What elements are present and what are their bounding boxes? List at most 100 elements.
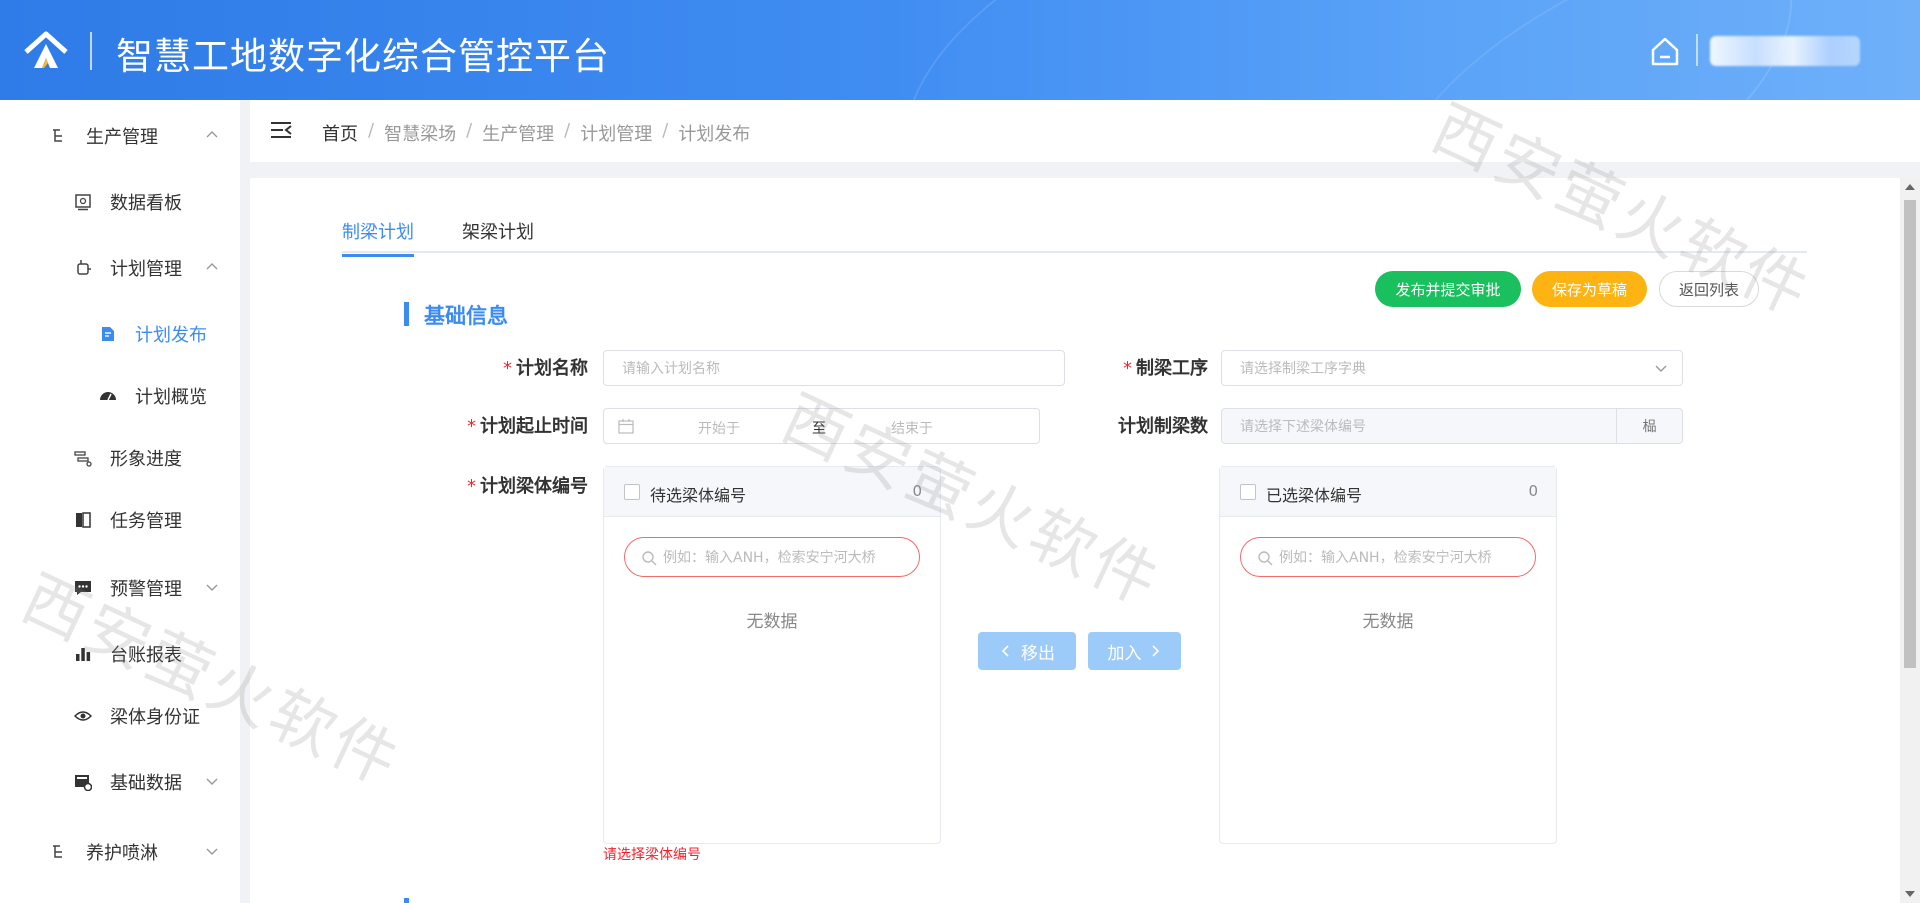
date-range-picker[interactable]: 开始于 至 结束于 [603, 408, 1040, 444]
transfer-target-header: 已选梁体编号 0 [1220, 467, 1556, 517]
next-section-peek [404, 892, 544, 903]
process-select[interactable]: 请选择制梁工序字典 [1221, 350, 1683, 386]
sidebar-item-label: 养护喷淋 [86, 843, 158, 864]
transfer-source-panel: 待选梁体编号 0 例如：输入ANH，检索安宁河大桥 无数据 [603, 466, 941, 844]
sidebar-item-task[interactable]: 任务管理 [0, 498, 240, 542]
tab-bar: 制梁计划 架梁计划 [342, 218, 1807, 257]
sidebar-item-progress[interactable]: 形象进度 [0, 436, 240, 480]
transfer-target-search[interactable]: 例如：输入ANH，检索安宁河大桥 [1240, 537, 1536, 577]
sidebar-item-label: 形象进度 [110, 449, 182, 470]
transfer-source-search[interactable]: 例如：输入ANH，检索安宁河大桥 [624, 537, 920, 577]
publish-submit-button[interactable]: 发布并提交审批 [1375, 271, 1521, 307]
plan-name-input[interactable]: 请输入计划名称 [603, 350, 1065, 386]
calendar-icon [618, 419, 634, 434]
sidebar-item-curing[interactable]: 养护喷淋 [0, 830, 240, 874]
main-card: 制梁计划 架梁计划 发布并提交审批 保存为草稿 返回列表 基础信息 * 计划名称 … [250, 178, 1900, 903]
tab-beam-erection-plan[interactable]: 架梁计划 [462, 218, 534, 254]
sidebar: 生产管理 数据看板 计划管理 计划发布 计划概览 形象进度 任务管理 预警管理 … [0, 100, 240, 903]
select-all-checkbox[interactable] [1240, 484, 1256, 500]
chevron-up-icon [206, 263, 218, 270]
eye-icon [74, 711, 92, 721]
section-title-basic-info: 基础信息 [404, 300, 508, 330]
sidebar-item-label: 任务管理 [110, 511, 182, 532]
sidebar-item-label: 台账报表 [110, 645, 182, 666]
beam-ids-error: 请选择梁体编号 [603, 847, 701, 863]
breadcrumb-separator: / [564, 120, 571, 141]
sidebar-item-label: 梁体身份证 [110, 707, 200, 728]
sidebar-item-label: 基础数据 [110, 773, 182, 794]
sidebar-item-production[interactable]: 生产管理 [0, 114, 240, 158]
breadcrumb-production[interactable]: 生产管理 [482, 120, 554, 146]
scroll-down-arrow[interactable] [1905, 891, 1915, 897]
transfer-target-title: 已选梁体编号 [1266, 486, 1363, 505]
transfer-source-count: 0 [912, 482, 922, 500]
breadcrumb-separator: / [368, 120, 375, 141]
chevron-down-icon [206, 848, 218, 855]
period-label: * 计划起止时间 [467, 416, 588, 437]
beam-count-unit: 榀 [1617, 408, 1683, 444]
book-icon [76, 512, 91, 528]
sidebar-item-label: 计划发布 [135, 325, 207, 346]
sidebar-item-base-data[interactable]: 基础数据 [0, 760, 240, 804]
chevron-down-icon [1655, 365, 1667, 372]
search-icon [642, 551, 657, 566]
dashboard-icon [75, 194, 91, 211]
gauge-icon [100, 392, 116, 401]
sidebar-item-plan-publish[interactable]: 计划发布 [0, 312, 240, 356]
breadcrumb-smart-beam-yard[interactable]: 智慧梁场 [384, 120, 456, 146]
home-icon[interactable] [1648, 34, 1682, 68]
sidebar-item-label: 生产管理 [86, 127, 158, 148]
app-title: 智慧工地数字化综合管控平台 [116, 35, 610, 78]
chevron-down-icon [206, 584, 218, 591]
scroll-thumb[interactable] [1904, 200, 1916, 668]
message-icon [75, 581, 91, 595]
tab-beam-making-plan[interactable]: 制梁计划 [342, 218, 414, 257]
chevron-up-icon [206, 131, 218, 138]
user-avatar[interactable] [1710, 36, 1860, 66]
document-edit-icon [102, 327, 114, 341]
vertical-scrollbar[interactable] [1900, 178, 1920, 903]
breadcrumb-home[interactable]: 首页 [322, 120, 358, 146]
end-date-placeholder: 结束于 [891, 421, 933, 437]
logo-icon [24, 31, 68, 68]
plan-name-label: * 计划名称 [503, 358, 588, 379]
sidebar-item-label: 计划概览 [135, 387, 207, 408]
chevron-right-icon [1151, 645, 1159, 657]
header-divider [1696, 34, 1698, 66]
breadcrumb-separator: / [466, 120, 473, 141]
breadcrumb-separator: / [662, 120, 669, 141]
transfer-source-title: 待选梁体编号 [650, 486, 747, 505]
progress-icon [74, 451, 92, 467]
beam-count-input: 请选择下述梁体编号 [1221, 408, 1617, 444]
select-all-checkbox[interactable] [624, 484, 640, 500]
sidebar-item-plan-management[interactable]: 计划管理 [0, 246, 240, 290]
breadcrumb-plan-management[interactable]: 计划管理 [580, 120, 652, 146]
start-date-placeholder: 开始于 [698, 421, 740, 437]
empty-state: 无数据 [1362, 612, 1414, 632]
search-icon [1258, 551, 1273, 566]
top-header: 智慧工地数字化综合管控平台 [0, 0, 1920, 100]
process-label: * 制梁工序 [1123, 358, 1208, 379]
scroll-up-arrow[interactable] [1905, 184, 1915, 190]
breadcrumb-current: 计划发布 [678, 124, 751, 145]
chevron-left-icon [1001, 645, 1009, 657]
range-separator: 至 [812, 421, 826, 437]
transfer-source-header: 待选梁体编号 0 [604, 467, 940, 517]
sidebar-item-report[interactable]: 台账报表 [0, 632, 240, 676]
sidebar-item-plan-overview[interactable]: 计划概览 [0, 374, 240, 418]
beam-count-label: 计划制梁数 [1118, 416, 1208, 437]
add-button[interactable]: 加入 [1088, 632, 1181, 670]
chevron-down-icon [206, 778, 218, 785]
header-divider [90, 32, 92, 70]
beam-ids-label: * 计划梁体编号 [467, 476, 588, 497]
back-to-list-button[interactable]: 返回列表 [1659, 271, 1759, 307]
menu-collapse-icon[interactable] [270, 120, 292, 140]
breadcrumb: 首页 / 智慧梁场 / 生产管理 / 计划管理 / 计划发布 [322, 120, 750, 146]
sidebar-item-beam-id[interactable]: 梁体身份证 [0, 694, 240, 738]
breadcrumb-bar: 首页 / 智慧梁场 / 生产管理 / 计划管理 / 计划发布 [250, 100, 1920, 162]
sidebar-item-alert[interactable]: 预警管理 [0, 566, 240, 610]
move-out-button[interactable]: 移出 [978, 632, 1076, 670]
sidebar-item-dashboard[interactable]: 数据看板 [0, 180, 240, 224]
sidebar-item-label: 数据看板 [110, 193, 182, 214]
save-draft-button[interactable]: 保存为草稿 [1532, 271, 1647, 307]
